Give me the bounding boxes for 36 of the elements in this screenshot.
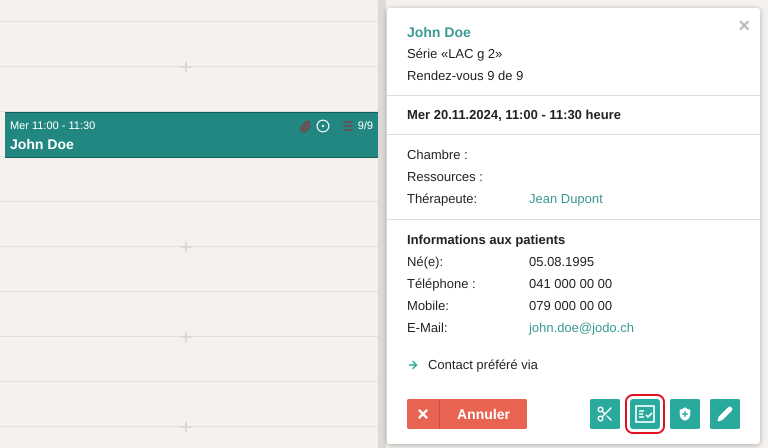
info-value: 079 000 00 00 <box>529 297 612 315</box>
info-label: Né(e): <box>407 253 444 271</box>
appointment-event[interactable]: Mer 11:00 - 11:30 9/9 John Doe <box>5 112 378 158</box>
info-label: Mobile: <box>407 297 450 315</box>
detail-label: Chambre : <box>407 146 469 164</box>
arrow-icon <box>407 358 419 371</box>
checklist-button[interactable] <box>630 399 660 429</box>
close-button[interactable]: × <box>738 16 750 36</box>
detail-label: Ressources : <box>407 168 484 186</box>
appointment-datetime: Mer 20.11.2024, 11:00 - 11:30 heure <box>407 107 621 122</box>
appointment-number: Rendez-vous 9 de 9 <box>407 67 524 85</box>
info-label: E-Mail: <box>407 319 448 337</box>
contact-preference: Contact préféré via <box>428 356 538 374</box>
patient-name[interactable]: John Doe <box>407 21 740 43</box>
event-patient: John Doe <box>10 134 75 152</box>
detail-label: Thérapeute: <box>407 190 478 208</box>
checklist-icon <box>635 405 655 423</box>
paperclip-icon <box>298 120 312 133</box>
info-label: Téléphone : <box>407 275 477 293</box>
close-icon <box>416 407 430 421</box>
edit-button[interactable] <box>710 399 740 429</box>
scissors-icon <box>596 405 614 423</box>
series-text: Série «LAC g 2» <box>407 45 504 63</box>
info-value: 041 000 00 00 <box>529 275 612 293</box>
insurance-button[interactable] <box>670 399 700 429</box>
event-count: 9/9 <box>358 119 373 134</box>
pencil-icon <box>717 406 733 422</box>
section-title: Informations aux patients <box>407 231 566 249</box>
target-icon <box>316 119 330 134</box>
list-icon <box>340 119 354 134</box>
cut-button[interactable] <box>590 399 620 429</box>
info-value: 05.08.1995 <box>529 253 594 271</box>
cancel-button[interactable]: Annuler <box>407 399 527 429</box>
detail-link[interactable]: Jean Dupont <box>529 188 603 210</box>
event-time: Mer 11:00 - 11:30 <box>10 119 96 134</box>
email-link[interactable]: john.doe@jodo.ch <box>529 317 634 339</box>
